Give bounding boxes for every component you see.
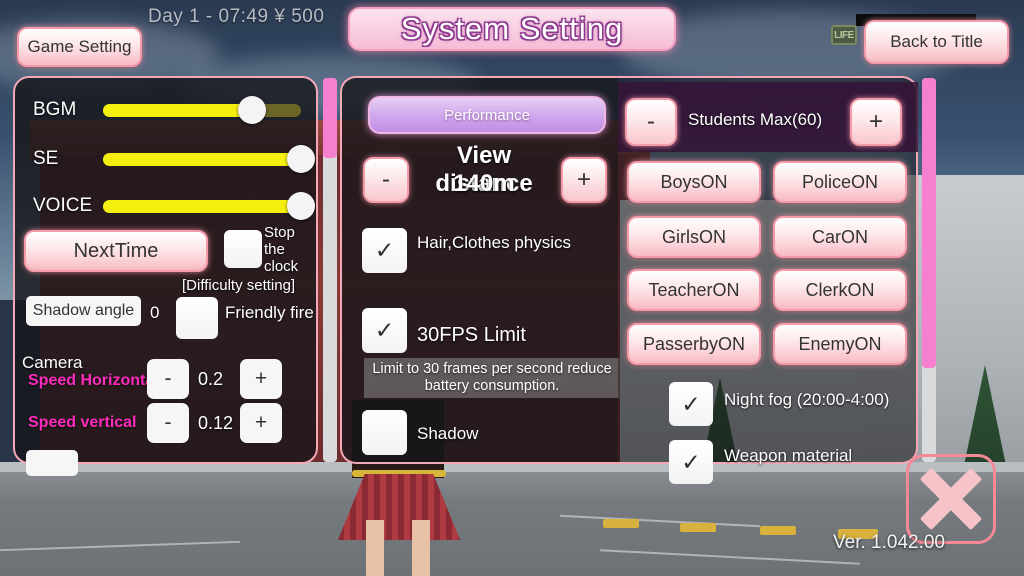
close-button[interactable] [906,454,996,544]
speed-vertical-minus-button[interactable]: - [147,403,189,443]
toggle-passerby[interactable]: PasserbyON [627,323,761,365]
hair-clothes-physics-label: Hair,Clothes physics [417,233,572,252]
shadow-angle-button[interactable]: Shadow angle [26,296,141,326]
speed-horizontal-label: Speed Horizontal [28,372,159,389]
character-leg [366,520,384,576]
bgm-slider[interactable] [103,95,301,124]
stop-clock-label: Stop the clock [264,224,299,275]
se-slider-handle[interactable] [287,144,315,173]
toggle-boys[interactable]: BoysON [627,161,761,203]
voice-slider[interactable] [103,191,315,220]
left-panel-scrollbar[interactable] [323,78,337,462]
night-fog-label: Night fog (20:00-4:00) [724,390,890,409]
fps-limit-checkbox[interactable]: ✓ [362,308,407,353]
toggle-teacher[interactable]: TeacherON [627,269,761,311]
slider-row-bgm: BGM [33,95,301,125]
shadow-checkbox[interactable] [362,410,407,455]
se-slider-fill [103,152,301,166]
speed-horizontal-value: 0.2 [198,369,224,389]
students-max-label: Students Max(60) [688,110,823,129]
se-slider[interactable] [103,144,315,173]
students-max-plus-button[interactable]: + [850,98,902,146]
toggle-car[interactable]: CarON [773,216,907,258]
night-fog-checkbox[interactable]: ✓ [669,382,713,426]
hair-clothes-physics-checkbox[interactable]: ✓ [362,228,407,273]
difficulty-setting-label: [Difficulty setting] [182,277,296,294]
speed-horizontal-plus-button[interactable]: + [240,359,282,399]
bgm-label: BGM [33,99,77,120]
view-distance-minus-button[interactable]: - [363,157,409,203]
life-icon: LIFE [831,25,857,45]
speed-vertical-plus-button[interactable]: + [240,403,282,443]
toggle-girls[interactable]: GirlsON [627,216,761,258]
hud-status-text: Day 1 - 07:49 ¥ 500 [148,6,325,27]
toggle-police[interactable]: PoliceON [773,161,907,203]
right-panel-scrollbar-thumb[interactable] [922,78,936,368]
voice-label: VOICE [33,195,93,216]
friendly-fire-checkbox[interactable] [176,297,218,339]
next-time-button[interactable]: NextTime [24,230,208,272]
left-panel-scrollbar-thumb[interactable] [323,78,337,158]
check-icon: ✓ [374,317,395,343]
parking-stop [680,523,716,532]
check-icon: ✓ [681,448,701,475]
speed-horizontal-minus-button[interactable]: - [147,359,189,399]
version-label: Ver. 1.042.00 [833,532,945,553]
speed-vertical-label: Speed vertical [28,414,137,431]
friendly-fire-label: Friendly fire [225,303,314,322]
right-panel-scrollbar[interactable] [922,78,936,462]
check-icon: ✓ [681,390,701,417]
camera-section-label: Camera [22,353,83,372]
check-icon: ✓ [374,237,395,263]
students-max-minus-button[interactable]: - [625,98,677,146]
voice-slider-handle[interactable] [287,191,315,220]
slider-row-voice: VOICE [33,191,315,221]
game-setting-button[interactable]: Game Setting [17,27,142,67]
weapon-material-checkbox[interactable]: ✓ [669,440,713,484]
shadow-angle-value: 0 [150,303,160,322]
view-distance-value: 140m [453,170,515,197]
weapon-material-label: Weapon material [724,446,853,465]
fps-limit-tooltip: Limit to 30 frames per second reduce bat… [364,358,620,398]
bgm-slider-fill [103,103,252,117]
character-leg [412,520,430,576]
toggle-enemy[interactable]: EnemyON [773,323,907,365]
se-label: SE [33,148,59,169]
parking-stop [760,526,796,535]
partial-row-button[interactable] [26,450,78,476]
slider-row-se: SE [33,144,315,174]
parking-stop [603,519,639,528]
stop-clock-checkbox[interactable] [224,230,262,268]
game-screen: Day 1 - 07:49 ¥ 500 LIFE Game Setting Sy… [0,0,1024,576]
voice-slider-fill [103,199,301,213]
view-distance-plus-button[interactable]: + [561,157,607,203]
tab-performance[interactable]: Performance [368,96,606,134]
speed-vertical-value: 0.12 [198,413,234,433]
back-to-title-button[interactable]: Back to Title [864,20,1009,64]
ground [0,470,1024,576]
shadow-label: Shadow [417,424,479,443]
fps-limit-label: 30FPS Limit [417,324,526,346]
toggle-clerk[interactable]: ClerkON [773,269,907,311]
bgm-slider-handle[interactable] [237,95,266,124]
page-title: System Setting [348,7,676,51]
page-title-text: System Setting [400,11,624,46]
